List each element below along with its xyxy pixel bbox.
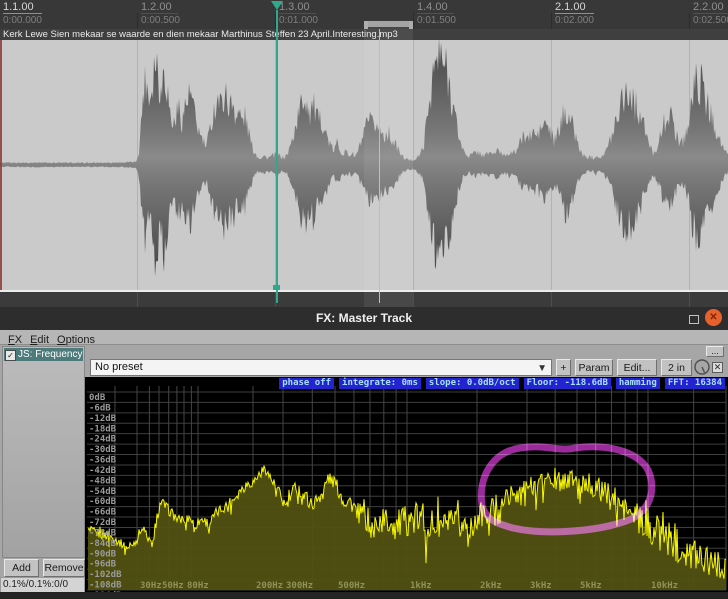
close-icon[interactable]: ✕ <box>705 309 722 326</box>
freq-axis-label: 80Hz <box>187 581 209 591</box>
ruler-beat-label: 1.1.00 <box>3 1 42 14</box>
freq-axis-label: 5kHz <box>580 581 602 591</box>
edit-button[interactable]: Edit... <box>617 359 657 376</box>
db-axis-label: -72dB <box>89 518 117 528</box>
io-button[interactable]: 2 in <box>661 359 692 376</box>
ruler-tick <box>413 13 414 29</box>
reaper-screen: 1.1.00 1.2.00 1.3.00 1.4.00 2.1.00 2.2.00 0:00… <box>0 0 728 599</box>
fx-chain-list[interactable]: ✓JS: Frequency S <box>2 346 85 558</box>
media-item-label[interactable]: Kerk Lewe Sien mekaar se waarde en dien … <box>0 29 728 40</box>
ruler-beat-label: 2.1.00 <box>555 1 594 14</box>
fx-chain-item-label: JS: Frequency S <box>18 349 83 360</box>
db-axis-label: -30dB <box>89 445 117 455</box>
ruler-time-label: 0:00.500 <box>141 15 180 26</box>
timeline-ruler[interactable]: 1.1.00 1.2.00 1.3.00 1.4.00 2.1.00 2.2.00 0:00… <box>0 0 728 29</box>
db-axis-label: -102dB <box>89 570 122 580</box>
freq-axis-label: 300Hz <box>286 581 313 591</box>
window-bottom-edge <box>0 592 728 599</box>
freq-axis-label: 3kHz <box>530 581 552 591</box>
add-fx-button[interactable]: Add <box>4 559 39 577</box>
wet-dry-knob[interactable] <box>694 359 710 375</box>
analyzer-param-floor[interactable]: Floor: -118.6dB <box>524 378 611 389</box>
spectrum-analyzer-display[interactable]: 0dB-6dB-12dB-18dB-24dB-30dB-36dB-42dB-48… <box>85 377 728 592</box>
menu-edit[interactable]: Edit <box>30 333 49 347</box>
fx-menubar: FX Edit Options <box>0 330 728 345</box>
play-cursor-line[interactable] <box>276 10 278 303</box>
ruler-time-label: 0:02.000 <box>555 15 594 26</box>
chevron-down-icon: ▼ <box>537 361 547 376</box>
ruler-tick <box>137 13 138 29</box>
fx-window-titlebar[interactable]: FX: Master Track ✕ <box>0 307 728 330</box>
db-axis-label: -90dB <box>89 549 117 559</box>
analyzer-param-hamming[interactable]: hamming <box>616 378 660 389</box>
ruler-beat-label: 2.2.00 <box>693 1 728 14</box>
loop-selection-bar <box>364 21 413 27</box>
menu-fx[interactable]: FX <box>8 333 22 347</box>
ruler-beat-label: 1.2.00 <box>141 1 178 14</box>
freq-axis-label: 2kHz <box>480 581 502 591</box>
db-axis-label: 0dB <box>89 393 106 403</box>
db-axis-label: -42dB <box>89 466 117 476</box>
analyzer-param-phase[interactable]: phase off <box>279 378 334 389</box>
freq-axis-label: 1kHz <box>410 581 432 591</box>
freq-axis-label: 30Hz <box>140 581 162 591</box>
play-cursor-foot <box>273 285 280 290</box>
db-axis-label: -78dB <box>89 528 117 538</box>
fx-window: FX: Master Track ✕ FX Edit Options ✓JS: Fr… <box>0 307 728 599</box>
more-options-button[interactable]: ... <box>706 346 724 357</box>
db-axis-label: -96dB <box>89 560 117 570</box>
analyzer-param-slope[interactable]: slope: 0.0dB/oct <box>426 378 519 389</box>
param-button[interactable]: Param <box>575 359 613 376</box>
maximize-icon[interactable] <box>689 315 699 324</box>
add-preset-button[interactable]: + <box>556 359 571 376</box>
ruler-time-label: 0:00.000 <box>3 15 42 26</box>
db-axis-label: -48dB <box>89 476 117 486</box>
bypass-checkbox[interactable]: ✕ <box>712 362 723 373</box>
fx-enable-checkbox[interactable]: ✓ <box>5 350 16 361</box>
edit-cursor-line[interactable] <box>379 29 380 303</box>
freq-axis-label: 500Hz <box>338 581 365 591</box>
db-axis-label: -24dB <box>89 435 117 445</box>
ruler-time-label: 0:01.000 <box>279 15 318 26</box>
fx-window-title: FX: Master Track <box>0 311 728 325</box>
db-axis-label: -84dB <box>89 539 117 549</box>
analyzer-param-fft[interactable]: FFT: 16384 <box>665 378 725 389</box>
db-axis-label: -36dB <box>89 456 117 466</box>
db-axis-label: -54dB <box>89 487 117 497</box>
preset-value: No preset <box>95 361 143 373</box>
ruler-beat-label: 1.4.00 <box>417 1 454 14</box>
freq-axis-label: 50Hz <box>162 581 184 591</box>
ruler-tick <box>551 13 552 29</box>
remove-fx-button[interactable]: Remove <box>43 559 85 577</box>
waveform-display[interactable] <box>0 40 728 307</box>
db-axis-label: -60dB <box>89 497 117 507</box>
preset-dropdown[interactable]: No preset ▼ <box>90 359 552 376</box>
ruler-time-label: 0:01.500 <box>417 15 456 26</box>
db-axis-label: -66dB <box>89 508 117 518</box>
freq-axis-label: 200Hz <box>256 581 283 591</box>
ruler-tick <box>689 13 690 29</box>
analyzer-params-row: phase off integrate: 0ms slope: 0.0dB/oct F… <box>85 378 726 389</box>
analyzer-param-integrate[interactable]: integrate: 0ms <box>339 378 421 389</box>
cpu-status-readout: 0.1%/0.1%:0/0 <box>0 577 85 593</box>
db-axis-label: -6dB <box>89 403 111 413</box>
db-axis-label: -18dB <box>89 424 117 434</box>
menu-options[interactable]: Options <box>57 333 95 347</box>
db-axis-label: -108dB <box>89 581 122 591</box>
db-axis-label: -12dB <box>89 414 117 424</box>
freq-axis-label: 10kHz <box>651 581 678 591</box>
fx-chain-item-frequency-spectrum[interactable]: ✓JS: Frequency S <box>4 348 83 361</box>
ruler-beat-label: 1.3.00 <box>279 1 316 14</box>
ruler-time-label: 0:02.500 <box>693 15 728 26</box>
